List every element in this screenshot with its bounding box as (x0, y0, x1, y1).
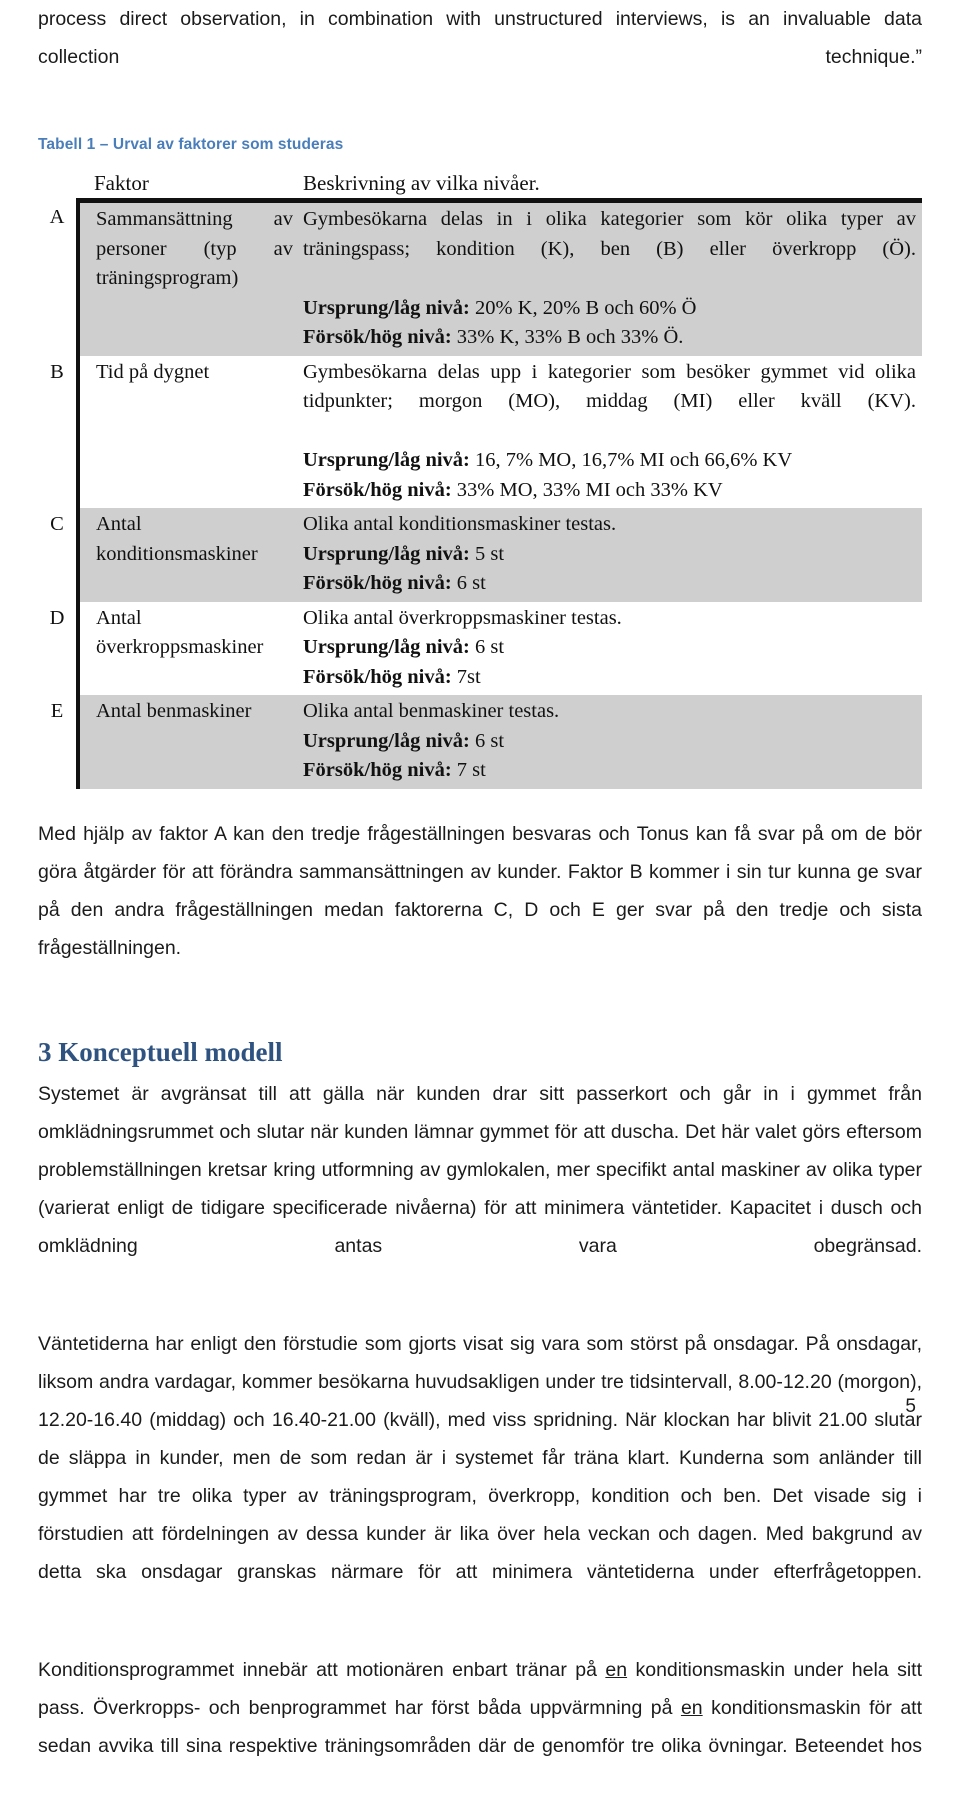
row-faktor-text: Antal konditionsmaskiner (96, 513, 258, 565)
row-high-value: 7 st (456, 759, 486, 781)
factor-table-body: Faktor Beskrivning av vilka nivåer. A Sa… (38, 168, 922, 789)
row-faktor-text: Tid på dygnet (96, 360, 210, 383)
row-desc-intro: Olika antal överkroppsmaskiner testas. (303, 606, 622, 629)
row-faktor-text: Sammansättning av personer (typ av träni… (96, 208, 293, 289)
row-desc-intro: Gymbesökarna delas upp i kategorier som … (303, 360, 916, 413)
section-paragraph-3: Konditionsprogrammet innebär att motionä… (38, 1651, 922, 1803)
row-low-label: Ursprung/låg nivå: (303, 542, 470, 565)
row-high-value: 6 st (456, 572, 486, 594)
row-faktor: Sammansättning av personer (typ av träni… (78, 198, 303, 356)
row-desc-intro: Olika antal benmaskiner testas. (303, 700, 560, 722)
row-description: Olika antal benmaskiner testas. Ursprung… (303, 695, 922, 789)
row-high-value: 7st (456, 665, 481, 688)
row-low-value: 6 st (475, 729, 505, 752)
row-low-value: 6 st (475, 636, 505, 658)
row-low-value: 20% K, 20% B och 60% Ö (475, 296, 697, 319)
section-paragraph-2: Väntetiderna har enligt den förstudie so… (38, 1332, 922, 1583)
row-high-value: 33% K, 33% B och 33% Ö. (456, 326, 684, 348)
row-low-label: Ursprung/låg nivå: (303, 636, 470, 658)
header-beskrivning: Beskrivning av vilka nivåer. (303, 171, 540, 195)
row-faktor: Antal konditionsmaskiner (78, 508, 303, 602)
row-low-label: Ursprung/låg nivå: (303, 449, 470, 471)
table-caption: Tabell 1 – Urval av faktorer som studera… (38, 136, 344, 153)
row-low-value: 5 st (475, 542, 505, 565)
document-page: process direct observation, in combinati… (0, 0, 960, 1757)
table-row: D Antal överkroppsmaskiner Olika antal ö… (38, 601, 922, 695)
row-faktor: Tid på dygnet (78, 355, 303, 508)
row-faktor-text: Antal överkroppsmaskiner (96, 606, 264, 659)
row-letter: C (38, 508, 80, 602)
row-low-value: 16, 7% MO, 16,7% MI och 66,6% KV (475, 449, 793, 471)
row-description: Olika antal konditionsmaskiner testas. U… (303, 508, 922, 602)
row-high-label: Försök/hög nivå: (303, 665, 452, 688)
table-header-row: Faktor Beskrivning av vilka nivåer. (38, 168, 922, 201)
row-faktor-text: Antal benmaskiner (96, 700, 252, 722)
factor-table: Faktor Beskrivning av vilka nivåer. A Sa… (38, 168, 922, 789)
row-description: Gymbesökarna delas upp i kategorier som … (303, 355, 922, 508)
after-table-paragraph: Med hjälp av faktor A kan den tredje frå… (38, 822, 922, 959)
row-letter: D (38, 601, 80, 695)
page-number: 5 (905, 1396, 916, 1417)
row-letter: E (38, 695, 80, 789)
p3-emphasis-1: en (605, 1658, 628, 1681)
row-low-label: Ursprung/låg nivå: (303, 729, 470, 752)
row-letter: B (38, 355, 80, 508)
table-row: E Antal benmaskiner Olika antal benmaski… (38, 695, 922, 789)
factor-table-wrapper: Faktor Beskrivning av vilka nivåer. A Sa… (38, 168, 922, 789)
row-desc-intro: Olika antal konditionsmaskiner testas. (303, 513, 617, 535)
row-letter: A (38, 200, 80, 356)
header-letter-cell (38, 168, 78, 201)
section-heading: 3 Konceptuell modell (38, 1036, 283, 1067)
row-high-label: Försök/hög nivå: (303, 759, 452, 781)
row-faktor: Antal benmaskiner (78, 695, 303, 789)
row-description: Olika antal överkroppsmaskiner testas. U… (303, 601, 922, 695)
p3-part1: Konditionsprogrammet innebär att motionä… (38, 1658, 606, 1681)
p3-emphasis-2: en (680, 1696, 703, 1719)
row-faktor: Antal överkroppsmaskiner (78, 601, 303, 695)
row-description: Gymbesökarna delas in i olika kategorier… (303, 198, 922, 356)
intro-paragraph: process direct observation, in combinati… (38, 8, 922, 68)
row-high-label: Försök/hög nivå: (303, 326, 452, 348)
row-desc-intro: Gymbesökarna delas in i olika kategorier… (303, 208, 916, 260)
section-paragraph-1: Systemet är avgränsat till att gälla när… (38, 1082, 922, 1257)
table-row: B Tid på dygnet Gymbesökarna delas upp i… (38, 355, 922, 508)
row-high-label: Försök/hög nivå: (303, 478, 452, 501)
header-faktor: Faktor (94, 171, 149, 195)
row-high-label: Försök/hög nivå: (303, 572, 452, 594)
table-row: C Antal konditionsmaskiner Olika antal k… (38, 508, 922, 602)
table-row: A Sammansättning av personer (typ av trä… (38, 198, 922, 356)
row-high-value: 33% MO, 33% MI och 33% KV (456, 478, 723, 501)
row-low-label: Ursprung/låg nivå: (303, 296, 470, 319)
